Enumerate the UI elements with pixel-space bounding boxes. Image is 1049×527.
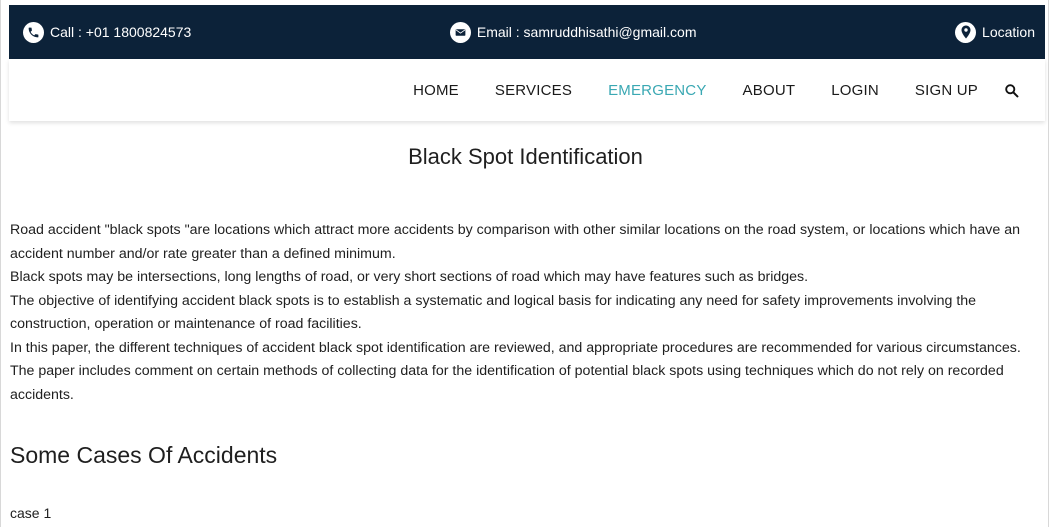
mail-icon <box>449 21 471 43</box>
nav-emergency[interactable]: EMERGENCY <box>608 82 706 99</box>
contact-bar: Call : +01 1800824573 Email : samruddhis… <box>9 5 1045 59</box>
location-contact[interactable]: Location <box>955 21 1035 43</box>
nav-signup[interactable]: SIGN UP <box>915 82 978 99</box>
paragraph: Black spots may be intersections, long l… <box>10 269 809 285</box>
main-nav: HOME SERVICES EMERGENCY ABOUT LOGIN SIGN… <box>9 59 1045 121</box>
nav-home[interactable]: HOME <box>413 82 459 99</box>
email-text: Email : samruddhisathi@gmail.com <box>476 24 697 40</box>
call-text: Call : +01 1800824573 <box>50 24 192 40</box>
page-title: Black Spot Identification <box>408 144 643 169</box>
section-title: Some Cases Of Accidents <box>10 442 278 468</box>
location-text: Location <box>982 24 1035 40</box>
nav-about[interactable]: ABOUT <box>743 82 796 99</box>
email-contact[interactable]: Email : samruddhisathi@gmail.com <box>449 21 697 43</box>
call-contact[interactable]: Call : +01 1800824573 <box>23 21 192 43</box>
paragraph: The objective of identifying accident bl… <box>10 292 977 333</box>
intro-text: Road accident "black spots "are location… <box>10 219 1044 407</box>
case-label: case 1 <box>10 505 52 521</box>
search-icon[interactable] <box>1004 83 1019 98</box>
phone-icon <box>23 21 44 43</box>
paragraph: Road accident "black spots "are location… <box>10 222 1020 262</box>
page: Call : +01 1800824573 Email : samruddhis… <box>0 0 1049 527</box>
paragraph: In this paper, the different techniques … <box>10 339 1021 403</box>
nav-services[interactable]: SERVICES <box>495 82 572 99</box>
nav-login[interactable]: LOGIN <box>831 82 879 99</box>
map-pin-icon <box>955 21 977 43</box>
